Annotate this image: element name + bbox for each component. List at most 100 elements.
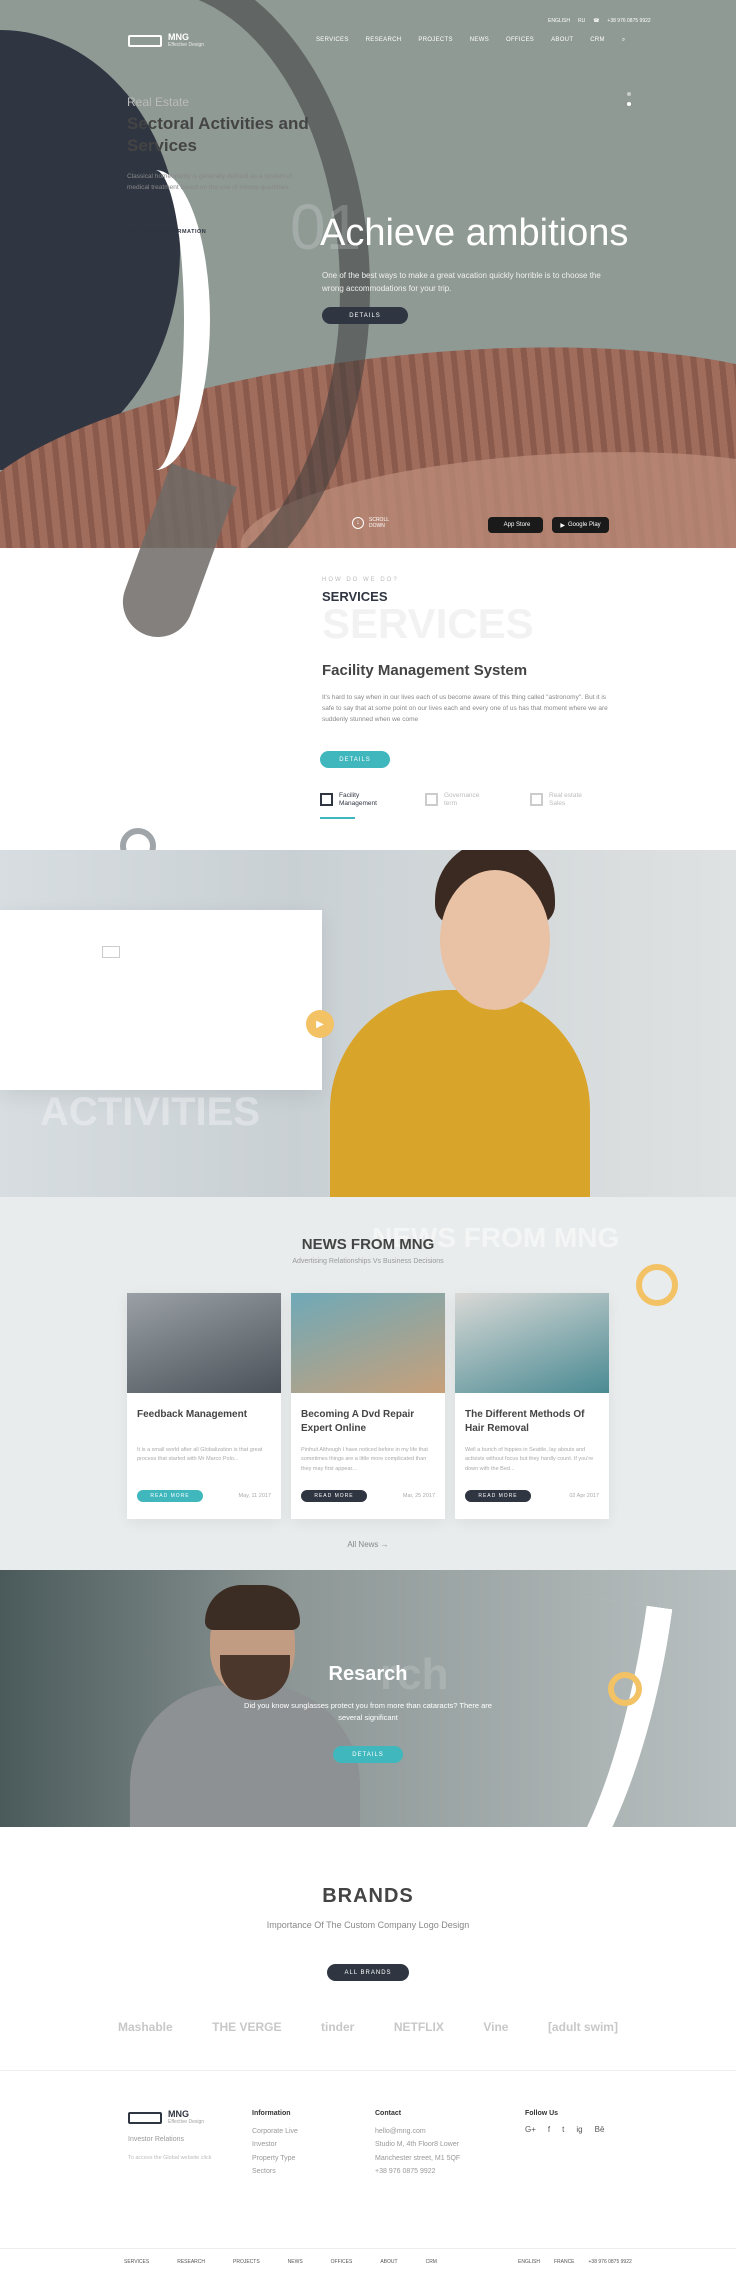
main-nav: SERVICES RESEARCH PROJECTS NEWS OFFICES …: [316, 37, 626, 44]
services-description: It's hard to say when in our lives each …: [322, 694, 608, 724]
instagram-icon[interactable]: ig: [576, 2125, 582, 2134]
google-play-label: Google Play: [567, 522, 601, 528]
slider-dots: [627, 92, 631, 106]
nav-news[interactable]: NEWS: [470, 37, 489, 44]
arrow-right-icon: →: [380, 1540, 389, 1549]
footer-link[interactable]: Corporate Live: [252, 2125, 298, 2138]
slider-dot-active[interactable]: [627, 102, 631, 106]
footer-logo[interactable]: MNG Effective Design: [128, 2110, 218, 2125]
language-alt[interactable]: RU: [578, 18, 585, 24]
brand-logo-netflix[interactable]: NETFLIX: [394, 2020, 444, 2034]
brand-logo-mashable[interactable]: Mashable: [118, 2020, 173, 2034]
bottom-nav-research[interactable]: RESEARCH: [177, 2259, 205, 2265]
read-more-button[interactable]: READ MORE: [137, 1490, 203, 1502]
footer-link[interactable]: Sectors: [252, 2165, 298, 2178]
google-play-button[interactable]: ▶ Google Play: [552, 517, 609, 533]
footer-email[interactable]: hello@mng.com: [375, 2125, 460, 2138]
bottom-nav-news[interactable]: NEWS: [288, 2259, 303, 2265]
footer-address-line: Manchester street, M1 5QF: [375, 2154, 461, 2162]
read-more-button[interactable]: READ MORE: [301, 1490, 367, 1502]
research-details-button[interactable]: DETAILS: [333, 1746, 403, 1763]
get-more-info-link[interactable]: GET MORE INFORMATION: [127, 229, 206, 235]
logo[interactable]: MNG Effective Design: [128, 33, 204, 48]
all-brands-button[interactable]: ALL BRANDS: [327, 1964, 409, 1981]
card-title[interactable]: Becoming A Dvd Repair Expert Online: [301, 1408, 436, 1436]
institution-icon: [425, 793, 438, 807]
play-icon: ▶: [316, 1018, 324, 1030]
nav-research[interactable]: RESEARCH: [366, 37, 402, 44]
nav-services[interactable]: SERVICES: [316, 37, 349, 44]
card-date: May, 11 2017: [238, 1493, 271, 1499]
slider-dot[interactable]: [627, 92, 631, 96]
card-description: Well a bunch of hippies in Seattle, lay …: [465, 1447, 594, 1472]
play-video-button[interactable]: ▶: [306, 1010, 334, 1038]
bottom-nav-services[interactable]: SERVICES: [124, 2259, 149, 2265]
bottom-language-alt[interactable]: FRANCE: [554, 2259, 575, 2265]
search-icon[interactable]: ⌕: [622, 37, 626, 44]
footer-link[interactable]: Property Type: [252, 2152, 298, 2165]
card-image-woman: [291, 1293, 445, 1393]
footer-brand-column: MNG Effective Design Investor Relations …: [128, 2110, 218, 2163]
footer-address-line: Studio M, 4th Floor8 Lower: [375, 2141, 460, 2149]
research-description-text: Did you know sunglasses protect you from…: [244, 1701, 492, 1722]
brand-logo-vine[interactable]: Vine: [483, 2020, 508, 2034]
tab-facility-management[interactable]: Facility Management: [320, 792, 389, 808]
all-news-link[interactable]: All News →: [0, 1540, 736, 1549]
services-details-button[interactable]: DETAILS: [320, 751, 390, 768]
tab-real-estate[interactable]: Real estate Sales: [530, 792, 599, 808]
bottom-nav-about[interactable]: ABOUT: [380, 2259, 397, 2265]
header-phone[interactable]: +38 976 0875 9922: [607, 18, 650, 24]
hero-details-button[interactable]: DETAILS: [322, 307, 408, 324]
social-links: G+ f t ig Bē: [525, 2125, 604, 2134]
language-selector[interactable]: ENGLISH: [548, 18, 570, 24]
active-tab-indicator: [320, 817, 355, 819]
brand-logo-tinder[interactable]: tinder: [321, 2020, 354, 2034]
bottom-nav-projects[interactable]: PROJECTS: [233, 2259, 260, 2265]
mouse-icon: ↓: [352, 517, 364, 529]
news-card[interactable]: Becoming A Dvd Repair Expert Online Pinf…: [291, 1293, 445, 1519]
utility-bar: ENGLISH RU ☎ +38 976 0875 9922: [548, 18, 651, 24]
footer-phone[interactable]: +38 976 0875 9922: [375, 2165, 460, 2178]
app-store-button[interactable]: App Store: [488, 517, 543, 533]
sectoral-title: Sectoral Activities and Services: [127, 114, 309, 156]
investor-relations-link[interactable]: Investor Relations: [128, 2133, 218, 2146]
woman-photo-body: [330, 990, 590, 1197]
card-date: 02 Apr 2017: [569, 1493, 599, 1499]
read-more-button[interactable]: READ MORE: [465, 1490, 531, 1502]
play-store-icon: ▶: [560, 522, 565, 529]
footer-divider: [0, 2070, 736, 2071]
sectoral-section: [0, 850, 736, 1197]
logo-mark: [128, 2111, 162, 2124]
twitter-icon[interactable]: t: [562, 2125, 564, 2134]
woman-photo-face: [440, 870, 550, 1010]
bottom-bar: SERVICES RESEARCH PROJECTS NEWS OFFICES …: [0, 2248, 736, 2274]
facebook-icon[interactable]: f: [548, 2125, 550, 2134]
bottom-language[interactable]: ENGLISH: [518, 2259, 540, 2265]
card-title[interactable]: Feedback Management: [137, 1408, 272, 1422]
brands-subtitle: Importance Of The Custom Company Logo De…: [266, 1920, 470, 1930]
building-icon: [102, 946, 120, 958]
brand-logo-adult-swim[interactable]: [adult swim]: [548, 2020, 618, 2034]
google-plus-icon[interactable]: G+: [525, 2125, 536, 2134]
bottom-nav-crm[interactable]: CRM: [426, 2259, 437, 2265]
building-icon: [320, 793, 333, 807]
bottom-phone[interactable]: +38 976 0875 9922: [589, 2259, 632, 2265]
brand-logos: Mashable THE VERGE tinder NETFLIX Vine […: [118, 2020, 618, 2034]
nav-about[interactable]: ABOUT: [551, 37, 573, 44]
footer-link[interactable]: Investor: [252, 2138, 298, 2151]
nav-offices[interactable]: OFFICES: [506, 37, 534, 44]
news-card[interactable]: The Different Methods Of Hair Removal We…: [455, 1293, 609, 1519]
news-card[interactable]: Feedback Management It is a small world …: [127, 1293, 281, 1519]
research-title: Resarch: [328, 1663, 408, 1685]
nav-crm[interactable]: CRM: [590, 37, 605, 44]
bottom-nav: SERVICES RESEARCH PROJECTS NEWS OFFICES …: [124, 2259, 437, 2265]
global-website-link[interactable]: To access the Global website click: [128, 2154, 218, 2162]
card-title[interactable]: The Different Methods Of Hair Removal: [465, 1408, 600, 1436]
scroll-down[interactable]: ↓ SCROLL DOWN: [352, 517, 393, 529]
bottom-nav-offices[interactable]: OFFICES: [331, 2259, 353, 2265]
card-description: It is a small world after all Globalizat…: [137, 1447, 263, 1463]
tab-governance[interactable]: Governance term: [425, 792, 494, 808]
behance-icon[interactable]: Bē: [595, 2125, 605, 2134]
brand-logo-the-verge[interactable]: THE VERGE: [212, 2020, 281, 2034]
nav-projects[interactable]: PROJECTS: [418, 37, 452, 44]
